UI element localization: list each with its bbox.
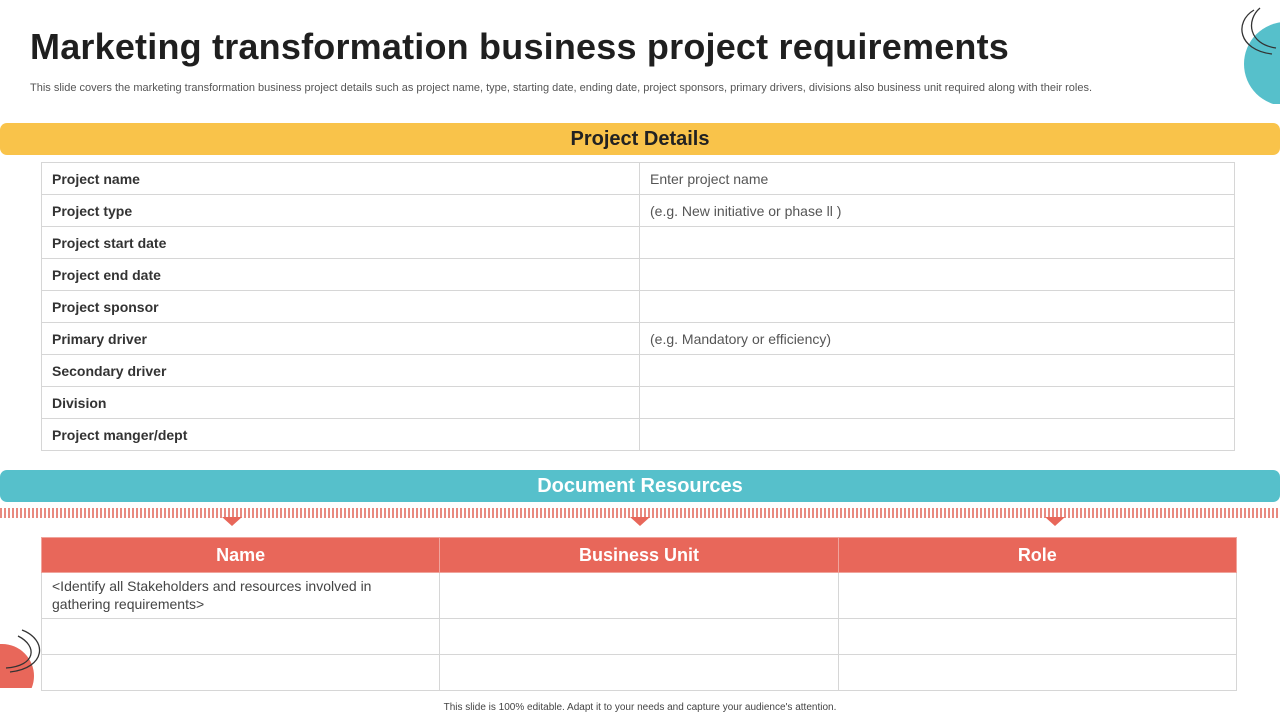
- cell-business-unit[interactable]: [439, 618, 839, 655]
- row-label: Division: [41, 386, 640, 419]
- row-value[interactable]: Enter project name: [639, 162, 1235, 195]
- row-value[interactable]: [639, 258, 1235, 291]
- table-row: Project name Enter project name: [41, 162, 1235, 195]
- table-row: [40, 654, 1238, 691]
- row-label: Project end date: [41, 258, 640, 291]
- column-header-name: Name: [40, 537, 441, 573]
- table-row: Project type (e.g. New initiative or pha…: [41, 194, 1235, 227]
- project-details-heading: Project Details: [0, 123, 1280, 155]
- cell-business-unit[interactable]: [439, 654, 839, 691]
- table-header-row: Name Business Unit Role: [40, 537, 1238, 573]
- table-row: Division: [41, 386, 1235, 419]
- document-resources-heading: Document Resources: [0, 470, 1280, 502]
- pointer-arrow-icon: [630, 517, 650, 526]
- cell-business-unit[interactable]: [439, 572, 839, 619]
- table-row: <Identify all Stakeholders and resources…: [40, 572, 1238, 619]
- pointer-arrow-icon: [222, 517, 242, 526]
- page-subtitle: This slide covers the marketing transfor…: [30, 82, 1093, 94]
- row-label: Primary driver: [41, 322, 640, 355]
- table-row: [40, 618, 1238, 655]
- cell-role[interactable]: [837, 654, 1238, 691]
- row-value[interactable]: [639, 226, 1235, 259]
- table-row: Primary driver (e.g. Mandatory or effici…: [41, 322, 1235, 355]
- cell-name[interactable]: [40, 654, 441, 691]
- row-label: Project type: [41, 194, 640, 227]
- row-value[interactable]: [639, 418, 1235, 451]
- table-row: Project manger/dept: [41, 418, 1235, 451]
- cell-name[interactable]: [40, 618, 441, 655]
- column-header-business-unit: Business Unit: [439, 537, 839, 573]
- cell-role[interactable]: [837, 618, 1238, 655]
- row-value[interactable]: [639, 354, 1235, 387]
- row-label: Project sponsor: [41, 290, 640, 323]
- cell-name[interactable]: <Identify all Stakeholders and resources…: [40, 572, 441, 619]
- cell-role[interactable]: [837, 572, 1238, 619]
- document-resources-table: Name Business Unit Role <Identify all St…: [40, 537, 1238, 691]
- row-label: Project manger/dept: [41, 418, 640, 451]
- row-value[interactable]: (e.g. Mandatory or efficiency): [639, 322, 1235, 355]
- table-row: Project sponsor: [41, 290, 1235, 323]
- row-label: Project start date: [41, 226, 640, 259]
- table-row: Secondary driver: [41, 354, 1235, 387]
- table-row: Project start date: [41, 226, 1235, 259]
- row-value[interactable]: [639, 386, 1235, 419]
- row-label: Secondary driver: [41, 354, 640, 387]
- row-value[interactable]: (e.g. New initiative or phase ll ): [639, 194, 1235, 227]
- row-label: Project name: [41, 162, 640, 195]
- column-header-role: Role: [837, 537, 1238, 573]
- row-value[interactable]: [639, 290, 1235, 323]
- footer-note: This slide is 100% editable. Adapt it to…: [443, 702, 837, 713]
- project-details-table: Project name Enter project name Project …: [41, 162, 1235, 451]
- table-row: Project end date: [41, 258, 1235, 291]
- top-right-circle-decoration-icon: [1241, 7, 1280, 104]
- pointer-arrow-icon: [1045, 517, 1065, 526]
- page-title: Marketing transformation business projec…: [30, 26, 1010, 67]
